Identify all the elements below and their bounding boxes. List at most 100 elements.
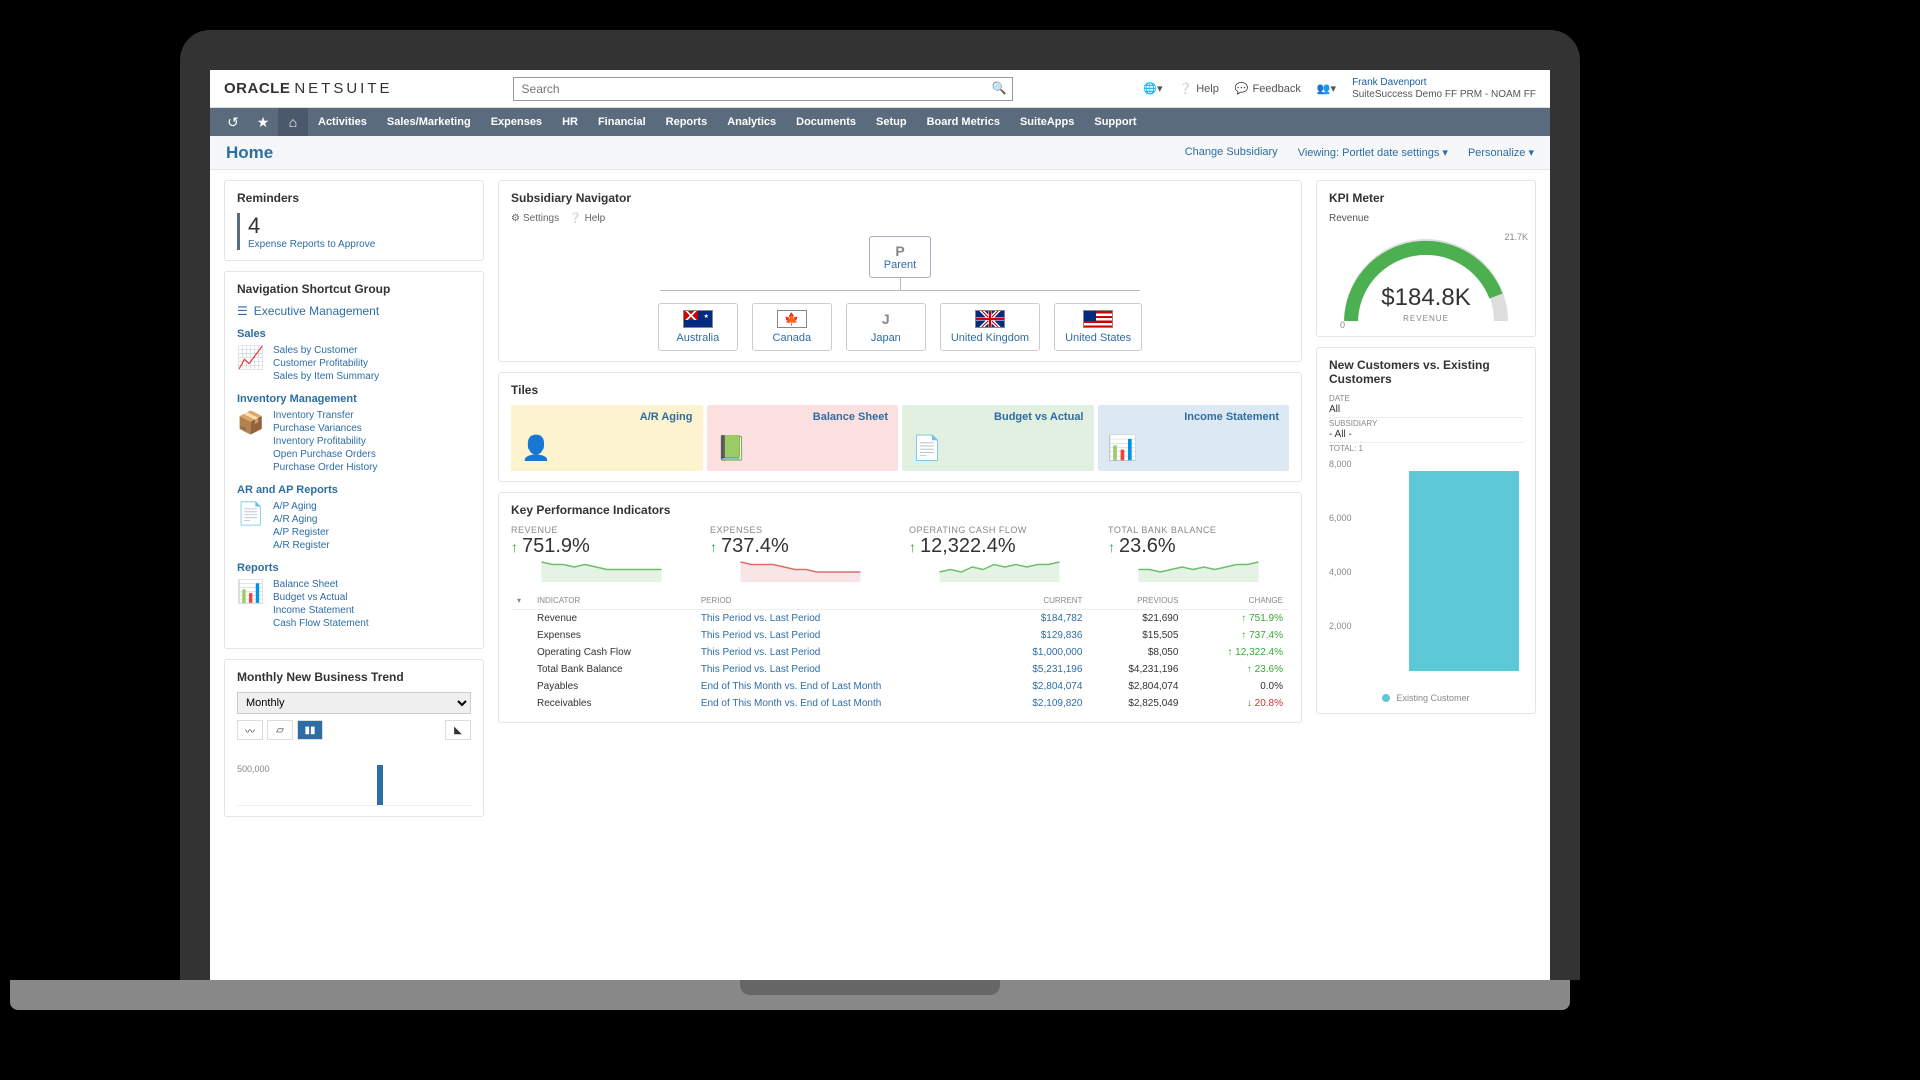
history-icon[interactable]: ↺ (218, 108, 248, 136)
subsidiary-label: United Kingdom (951, 332, 1029, 344)
subsidiary-japan[interactable]: J Japan (846, 303, 926, 351)
shortcut-group-icon: 📈 (237, 344, 265, 372)
subsidiary-united-kingdom[interactable]: United Kingdom (940, 303, 1040, 351)
nav-item-financial[interactable]: Financial (588, 108, 656, 136)
subsidiary-united-states[interactable]: United States (1054, 303, 1142, 351)
shortcut-group-icon: 📦 (237, 409, 265, 437)
nav-item-sales-marketing[interactable]: Sales/Marketing (377, 108, 481, 136)
kpi-row[interactable]: Total Bank BalanceThis Period vs. Last P… (511, 661, 1289, 678)
shortcut-group-header: Sales (237, 328, 471, 340)
shortcut-link[interactable]: Balance Sheet (273, 578, 369, 591)
flag-icon: J (857, 310, 915, 328)
shortcut-link[interactable]: Open Purchase Orders (273, 448, 377, 461)
feedback-link[interactable]: 💬Feedback (1235, 82, 1301, 95)
chart-type-line[interactable]: 〰 (237, 720, 263, 740)
subnav-settings[interactable]: ⚙Settings (511, 213, 559, 224)
tile-budget-vs-actual[interactable]: Budget vs Actual📄 (902, 405, 1094, 471)
page-title: Home (226, 143, 273, 163)
kpi-row[interactable]: Operating Cash FlowThis Period vs. Last … (511, 644, 1289, 661)
subsidiary-australia[interactable]: Australia (658, 303, 738, 351)
shortcut-link[interactable]: Inventory Transfer (273, 409, 377, 422)
meter-select[interactable]: Revenue (1329, 213, 1523, 224)
home-icon[interactable]: ⌂ (278, 108, 308, 136)
chart-type-bar[interactable]: ▮▮ (297, 720, 323, 740)
kpi-row[interactable]: RevenueThis Period vs. Last Period$184,7… (511, 610, 1289, 628)
shortcut-link[interactable]: A/P Aging (273, 500, 330, 513)
shortcut-link[interactable]: A/R Aging (273, 513, 330, 526)
nav-item-setup[interactable]: Setup (866, 108, 917, 136)
flag-icon: 🍁 (763, 310, 821, 328)
user-menu[interactable]: Frank Davenport SuiteSuccess Demo FF PRM… (1352, 77, 1536, 101)
tile-label: A/R Aging (640, 411, 693, 423)
kpi-card: REVENUE751.9% (511, 525, 692, 582)
subsidiary-label: United States (1065, 332, 1131, 344)
trend-chart: 500,000 (237, 746, 471, 806)
shortcut-link[interactable]: Inventory Profitability (273, 435, 377, 448)
search-input[interactable] (513, 77, 1013, 101)
help-link[interactable]: ❔Help (1179, 82, 1219, 95)
language-icon[interactable]: 🌐▾ (1143, 82, 1162, 95)
top-bar: ORACLENETSUITE 🔍 🌐▾ ❔Help 💬Feedback 👥▾ F… (210, 70, 1550, 108)
shortcut-link[interactable]: Sales by Item Summary (273, 370, 379, 383)
shortcut-link[interactable]: Cash Flow Statement (273, 617, 369, 630)
role-switch-icon[interactable]: 👥▾ (1317, 82, 1336, 95)
[interactable]: ★ (248, 108, 278, 136)
change-subsidiary-link[interactable]: Change Subsidiary (1185, 146, 1278, 159)
tile-balance-sheet[interactable]: Balance Sheet📗 (707, 405, 899, 471)
kpi-title: Key Performance Indicators (511, 503, 1289, 517)
subnav-help[interactable]: ❔Help (569, 213, 605, 224)
customers-title: New Customers vs. Existing Customers (1329, 358, 1523, 386)
kpi-row[interactable]: PayablesEnd of This Month vs. End of Las… (511, 678, 1289, 695)
nav-item-analytics[interactable]: Analytics (717, 108, 786, 136)
subsidiary-label: Japan (857, 332, 915, 344)
chart-type-other[interactable]: ◣ (445, 720, 471, 740)
gauge-label: REVENUE (1336, 314, 1516, 323)
kpi-row[interactable]: ReceivablesEnd of This Month vs. End of … (511, 695, 1289, 712)
executive-management-link[interactable]: ☰ Executive Management (237, 304, 471, 318)
viewing-dropdown[interactable]: Viewing: Portlet date settings ▾ (1298, 146, 1448, 159)
nav-item-activities[interactable]: Activities (308, 108, 377, 136)
customers-date-filter[interactable]: All (1329, 404, 1523, 418)
shortcut-link[interactable]: Purchase Order History (273, 461, 377, 474)
meter-title: KPI Meter (1329, 191, 1523, 205)
org-parent-node[interactable]: P Parent (869, 236, 931, 278)
subsidiary-label: Canada (763, 332, 821, 344)
tiles-title: Tiles (511, 383, 1289, 397)
shortcut-link[interactable]: Budget vs Actual (273, 591, 369, 604)
gauge-value: $184.8K (1336, 284, 1516, 312)
shortcut-link[interactable]: Purchase Variances (273, 422, 377, 435)
nav-item-hr[interactable]: HR (552, 108, 588, 136)
trend-filter-select[interactable]: Monthly (237, 692, 471, 714)
customers-legend: Existing Customer (1329, 693, 1523, 703)
chart-type-area[interactable]: ▱ (267, 720, 293, 740)
tile-icon: 📗 (717, 434, 747, 463)
personalize-link[interactable]: Personalize ▾ (1468, 146, 1534, 159)
help-icon: ❔ (1179, 82, 1193, 95)
nav-item-board-metrics[interactable]: Board Metrics (917, 108, 1010, 136)
tile-a-r-aging[interactable]: A/R Aging👤 (511, 405, 703, 471)
shortcut-title: Navigation Shortcut Group (237, 282, 471, 296)
trend-bar (377, 765, 383, 805)
nav-item-support[interactable]: Support (1084, 108, 1146, 136)
shortcut-link[interactable]: Customer Profitability (273, 357, 379, 370)
nav-item-expenses[interactable]: Expenses (481, 108, 552, 136)
global-search: 🔍 (513, 77, 1013, 101)
shortcut-group-icon: 📊 (237, 578, 265, 606)
reminder-link[interactable]: Expense Reports to Approve (248, 239, 471, 250)
search-icon[interactable]: 🔍 (992, 81, 1007, 95)
gear-icon: ⚙ (511, 213, 520, 224)
kpi-row[interactable]: ExpensesThis Period vs. Last Period$129,… (511, 627, 1289, 644)
nav-item-suiteapps[interactable]: SuiteApps (1010, 108, 1084, 136)
customers-sub-filter[interactable]: - All - (1329, 429, 1523, 443)
customers-chart: 8,000 6,000 4,000 2,000 (1329, 459, 1523, 689)
nav-item-documents[interactable]: Documents (786, 108, 866, 136)
shortcut-link[interactable]: Income Statement (273, 604, 369, 617)
shortcut-group-header: Reports (237, 562, 471, 574)
nav-item-reports[interactable]: Reports (656, 108, 718, 136)
subsidiary-canada[interactable]: 🍁 Canada (752, 303, 832, 351)
shortcut-link[interactable]: Sales by Customer (273, 344, 379, 357)
shortcut-link[interactable]: A/R Register (273, 539, 330, 552)
tile-income-statement[interactable]: Income Statement📊 (1098, 405, 1290, 471)
page-header: Home Change Subsidiary Viewing: Portlet … (210, 136, 1550, 170)
shortcut-link[interactable]: A/P Register (273, 526, 330, 539)
